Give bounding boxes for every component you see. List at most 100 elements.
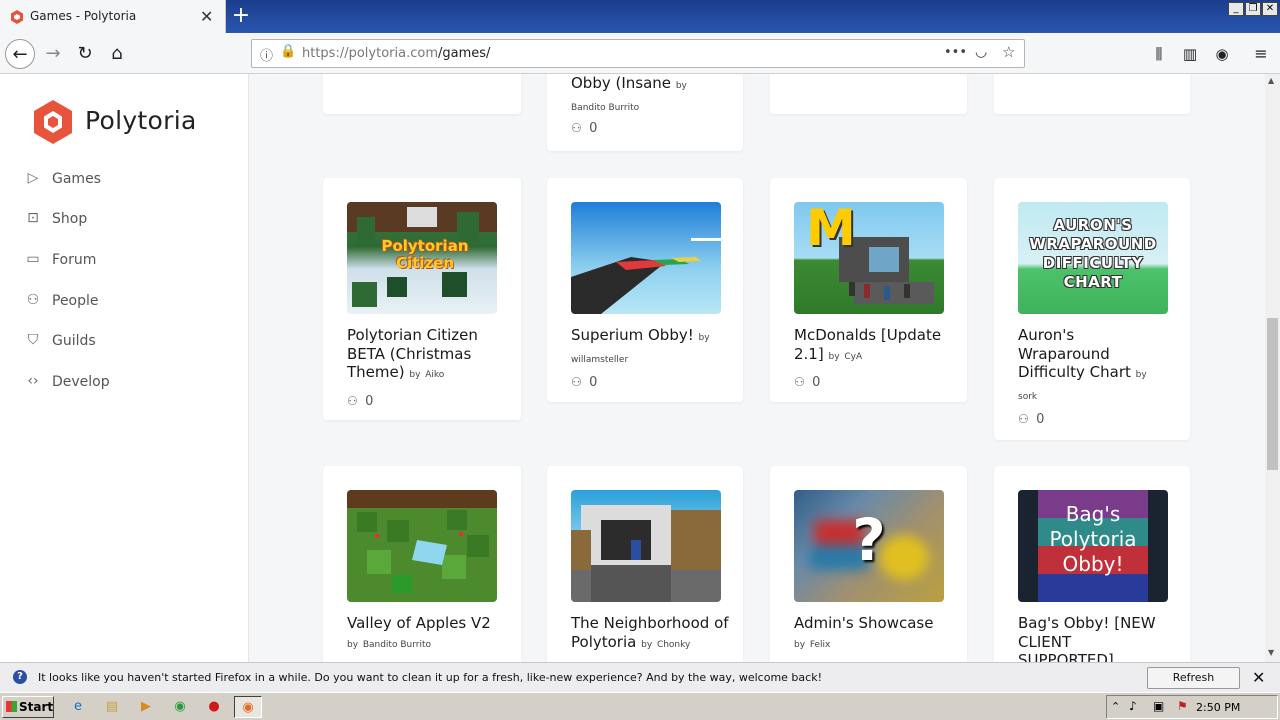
game-thumbnail[interactable] [571,202,721,314]
game-thumbnail[interactable]: ? [794,490,944,602]
game-card[interactable]: The Neighborhood of Polytoria by Chonky [547,466,743,662]
tray-expand-icon[interactable]: ⌃ [1111,700,1120,713]
game-title: Admin's Showcase by Felix [794,614,934,650]
game-thumbnail[interactable] [347,490,497,602]
home-button[interactable]: ⌂ [102,39,132,69]
forum-icon: ▭ [26,251,40,267]
game-title: McDonalds [Update 2.1] by CyA [794,326,942,363]
game-card[interactable]: ⚇ 2 [323,74,521,114]
explorer-icon[interactable]: ▤ [98,696,126,718]
question-icon: ? [13,670,27,684]
thumbnail-title: AURON'S WRAPAROUND DIFFICULTY CHART [1029,216,1157,291]
polytoria-favicon-icon [11,10,23,24]
person-icon: ⚇ [347,394,358,408]
url-text[interactable]: https://polytoria.com/games/ [302,46,490,61]
minimize-button[interactable]: _ [1228,2,1244,16]
player-count: ⚇ 0 [571,375,598,390]
info-icon[interactable]: ⓘ [260,45,273,64]
title-bar: Games - Polytoria ✕ + _ ❐ ✕ [0,0,1280,33]
refresh-firefox-button[interactable]: Refresh Firefox… [1147,667,1240,704]
game-card[interactable]: Valley of Apples V2 by Bandito Burrito [323,466,521,662]
volume-icon[interactable]: ♪ [1129,699,1137,713]
page-content: Polytoria ▷ Games ⊡ Shop ▭ Forum ⚇ People ⛉ G… [0,74,1265,662]
game-thumbnail[interactable]: M [794,202,944,314]
game-card[interactable]: AURON'S WRAPAROUND DIFFICULTY CHART Auro… [994,178,1190,440]
player-count: ⚇ 0 [794,375,821,390]
reload-button[interactable]: ↻ [70,39,100,69]
firefox-taskbar-button[interactable]: ◉ [234,696,262,718]
player-count: ⚇ 0 [347,394,374,409]
site-sidebar: Polytoria ▷ Games ⊡ Shop ▭ Forum ⚇ People ⛉ G… [0,74,249,662]
game-card[interactable]: Bag's Polytoria Obby! Bag's Obby! [NEW C… [994,466,1190,662]
page-actions-button[interactable]: ••• [944,45,967,60]
sidebar-toggle-icon[interactable]: ▥ [1175,39,1205,69]
thumbnail-art [347,490,497,593]
forward-button[interactable]: → [38,39,68,69]
mcdonalds-logo: M [806,202,856,257]
game-card[interactable]: ⚇ 0 [770,74,967,114]
ie-icon[interactable]: e [64,696,92,718]
game-title: Obby (Insane by Bandito Burrito [571,74,687,113]
polytoria-logo-icon [34,100,72,144]
person-icon: ⚇ [571,121,582,135]
insecure-lock-icon[interactable]: 🔒 [280,44,296,59]
pocket-icon[interactable]: ◡ [975,44,987,60]
network-icon[interactable]: ▣ [1153,699,1164,713]
game-title: Auron's Wraparound Difficulty Chart by so… [1018,326,1147,402]
firefox-refresh-notification: ? It looks like you haven't started Fire… [0,662,1280,704]
bookmark-star-icon[interactable]: ☆ [1002,43,1015,61]
account-icon[interactable]: ◉ [1207,39,1237,69]
game-thumbnail[interactable]: Bag's Polytoria Obby! [1018,490,1168,602]
game-title: Polytorian Citizen BETA (Christmas Theme… [347,326,478,381]
code-icon: ‹› [27,373,39,389]
system-tray: ⌃ ♪ ▣ ⚑ [1106,695,1278,719]
opera-icon[interactable]: ● [200,696,228,718]
scroll-down-icon[interactable]: ▼ [1268,648,1274,657]
start-button[interactable]: Start [2,696,54,718]
game-card[interactable]: Polytorian Citizen Polytorian Citizen BE… [323,178,521,420]
question-mark: ? [852,506,886,574]
game-thumbnail[interactable]: Polytorian Citizen [347,202,497,314]
tab-close-icon[interactable]: ✕ [200,7,213,26]
game-card[interactable]: Obby (Insane by Bandito Burrito ⚇ 0 [547,74,743,151]
notification-message: It looks like you haven't started Firefo… [38,671,822,684]
thumbnail-art [571,505,721,602]
game-thumbnail[interactable] [571,490,721,602]
play-icon: ▷ [27,170,39,186]
person-icon: ⚇ [1018,412,1029,426]
thumbnail-art [571,238,721,314]
person-icon: ⚇ [571,375,582,389]
game-title: Superium Obby! by willamsteller [571,326,710,365]
back-button[interactable]: ← [5,39,35,69]
shop-icon: ⊡ [27,210,39,226]
player-count: ⚇ 0 [571,121,598,136]
windows-taskbar: Start e ▤ ▶ ◉ ● ◉ ⌃ ♪ ▣ ⚑ 2:50 PM [0,692,1280,720]
chrome-icon[interactable]: ◉ [166,696,194,718]
clock[interactable]: 2:50 PM [1196,701,1240,714]
game-card[interactable]: ? Admin's Showcase by Felix [770,466,967,662]
media-player-icon[interactable]: ▶ [132,696,160,718]
library-icon[interactable]: ⫼ [1144,39,1174,69]
tab-title: Games - Polytoria [30,9,137,23]
scrollbar-thumb[interactable] [1267,318,1278,470]
game-card[interactable]: ⚇ 0 [994,74,1190,114]
notification-close-icon[interactable]: ✕ [1252,668,1265,687]
url-bar[interactable]: ⓘ 🔒 https://polytoria.com/games/ ••• ◡ ☆ [251,39,1025,68]
game-card[interactable]: Superium Obby! by willamsteller ⚇ 0 [547,178,743,402]
game-title: Bag's Obby! [NEW CLIENT SUPPORTED] [1018,614,1156,662]
restore-button[interactable]: ❐ [1245,2,1261,16]
game-card[interactable]: M McDonalds [Update 2.1] by CyA ⚇ 0 [770,178,967,402]
game-thumbnail[interactable]: AURON'S WRAPAROUND DIFFICULTY CHART [1018,202,1168,314]
security-icon[interactable]: ⚑ [1177,699,1188,713]
browser-tab[interactable]: Games - Polytoria ✕ [0,0,226,33]
new-tab-button[interactable]: + [230,3,252,29]
scroll-up-icon[interactable]: ▲ [1268,76,1274,85]
menu-icon[interactable]: ≡ [1246,39,1276,69]
logo-text: Polytoria [85,106,197,135]
windows-logo-icon [6,701,17,712]
close-window-button[interactable]: ✕ [1262,2,1278,16]
site-logo[interactable]: Polytoria [33,100,196,144]
player-count: ⚇ 0 [1018,412,1045,427]
people-icon: ⚇ [26,292,40,308]
person-icon: ⚇ [794,375,805,389]
